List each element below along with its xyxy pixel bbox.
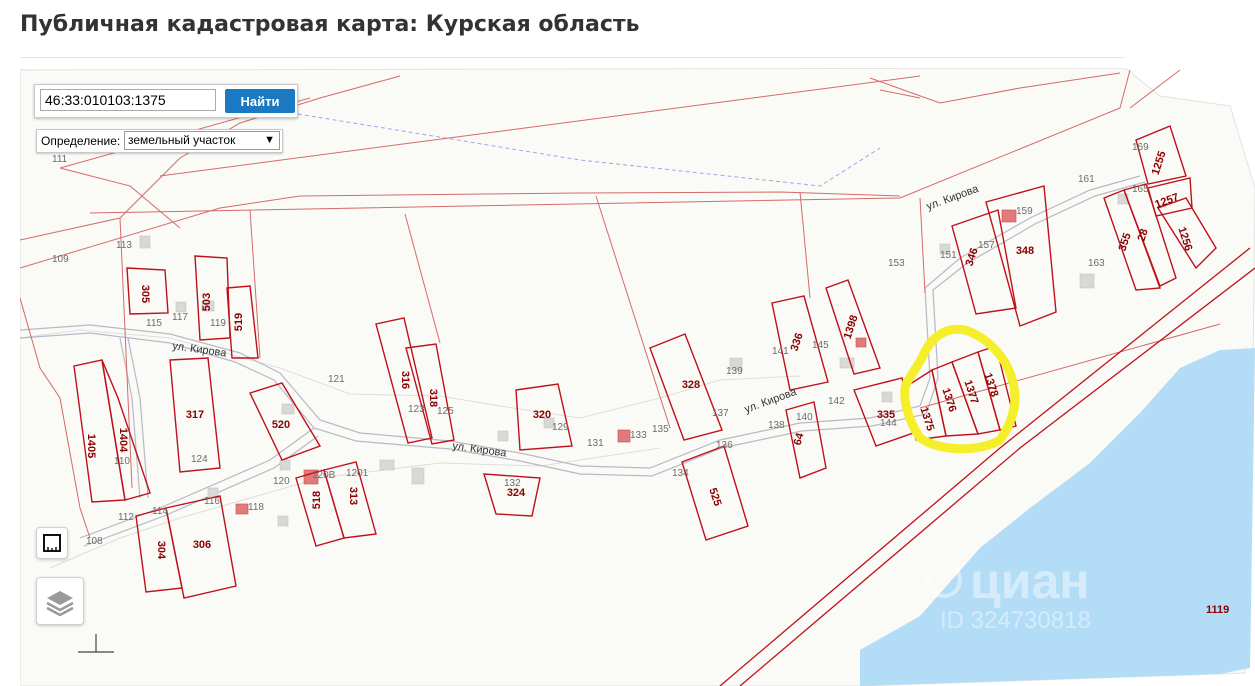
building-label: 113 — [116, 240, 132, 251]
watermark-brand: циан — [970, 553, 1089, 609]
building-label: 133 — [630, 430, 647, 441]
parcel-label: 317 — [186, 409, 204, 421]
building-label: 111 — [52, 154, 68, 165]
building-label: 117 — [172, 312, 188, 323]
building-label: 1201 — [346, 468, 369, 479]
search-panel: Найти — [34, 84, 298, 118]
parcel-label: 503 — [201, 293, 213, 311]
building-label: 137 — [712, 408, 729, 419]
building-label: 138 — [768, 420, 785, 431]
title-divider — [20, 57, 1125, 58]
parcel-label: 328 — [682, 379, 700, 391]
building-label: 120 — [273, 476, 290, 487]
parcel-label: 313 — [347, 487, 359, 505]
building-label: 153 — [888, 258, 905, 269]
building-label: 141 — [772, 346, 789, 357]
building-label: 161 — [1078, 174, 1095, 185]
layers-icon — [46, 591, 74, 617]
building-label: 116 — [204, 496, 220, 507]
parcel-label: 316 — [399, 371, 411, 389]
building-label: 140 — [796, 412, 813, 423]
building-label: 142 — [828, 396, 845, 407]
definition-select[interactable]: земельный участок ▼ — [124, 131, 280, 150]
cadastral-map[interactable]: 305 503 519 317 1405 1404 520 316 318 32… — [20, 68, 1255, 686]
parcel-label: 520 — [272, 419, 290, 431]
parcel-label: 518 — [311, 491, 323, 509]
building-label: 159 — [1016, 206, 1033, 217]
parcel-label: 1405 — [85, 434, 97, 458]
building-label: 108 — [86, 536, 103, 547]
building-label: 165 — [1132, 184, 1149, 195]
ruler-icon — [43, 534, 61, 552]
parcel-label: 1404 — [117, 428, 129, 453]
building-label: 139 — [726, 366, 743, 377]
area-label: 1119 — [1206, 604, 1229, 616]
definition-selected-value: земельный участок — [128, 133, 236, 147]
layers-button[interactable] — [36, 577, 84, 625]
cian-watermark: циан ID 324730818 — [926, 553, 1091, 634]
building-label: 135 — [652, 424, 669, 435]
definition-label: Определение: — [41, 134, 121, 148]
building-label: 129 — [552, 422, 569, 433]
find-button[interactable]: Найти — [225, 89, 295, 113]
building-label: 163 — [1088, 258, 1105, 269]
building-label: 118 — [248, 502, 264, 513]
building-label: 121 — [328, 374, 345, 385]
definition-panel: Определение: земельный участок ▼ — [36, 129, 283, 153]
building-label: 112 — [118, 512, 134, 523]
building-label: 125 — [437, 406, 454, 417]
building-label: 120В — [312, 470, 336, 481]
building-label: 115 — [146, 318, 162, 329]
building-label: 109 — [52, 254, 69, 265]
parcel-label: 305 — [139, 285, 151, 303]
building-label: 157 — [978, 240, 995, 251]
building-label: 136 — [716, 440, 733, 451]
cadastral-number-input[interactable] — [40, 89, 216, 111]
parcel-label: 306 — [193, 539, 211, 551]
page-title: Публичная кадастровая карта: Курская обл… — [20, 12, 640, 37]
building-label: 110 — [114, 456, 130, 467]
watermark-id: ID 324730818 — [940, 607, 1091, 634]
building-label: 145 — [812, 340, 829, 351]
building-label: 134 — [672, 468, 689, 479]
building-label: 169 — [1132, 142, 1149, 153]
building-label: 123 — [408, 404, 425, 415]
parcel-label: 519 — [233, 313, 245, 331]
building-label: 114 — [152, 506, 168, 517]
parcel-label: 318 — [427, 389, 439, 407]
building-label: 132 — [504, 478, 521, 489]
parcel-label: 348 — [1016, 245, 1034, 257]
building-label: 119 — [210, 318, 226, 329]
parcel-label: 304 — [155, 541, 167, 560]
measure-tool-button[interactable] — [36, 527, 68, 559]
building-label: 124 — [191, 454, 208, 465]
parcel-label: 320 — [533, 409, 551, 421]
building-label: 151 — [940, 250, 957, 261]
chevron-down-icon: ▼ — [264, 134, 275, 146]
building-label: 131 — [587, 438, 604, 449]
building-label: 144 — [880, 418, 897, 429]
